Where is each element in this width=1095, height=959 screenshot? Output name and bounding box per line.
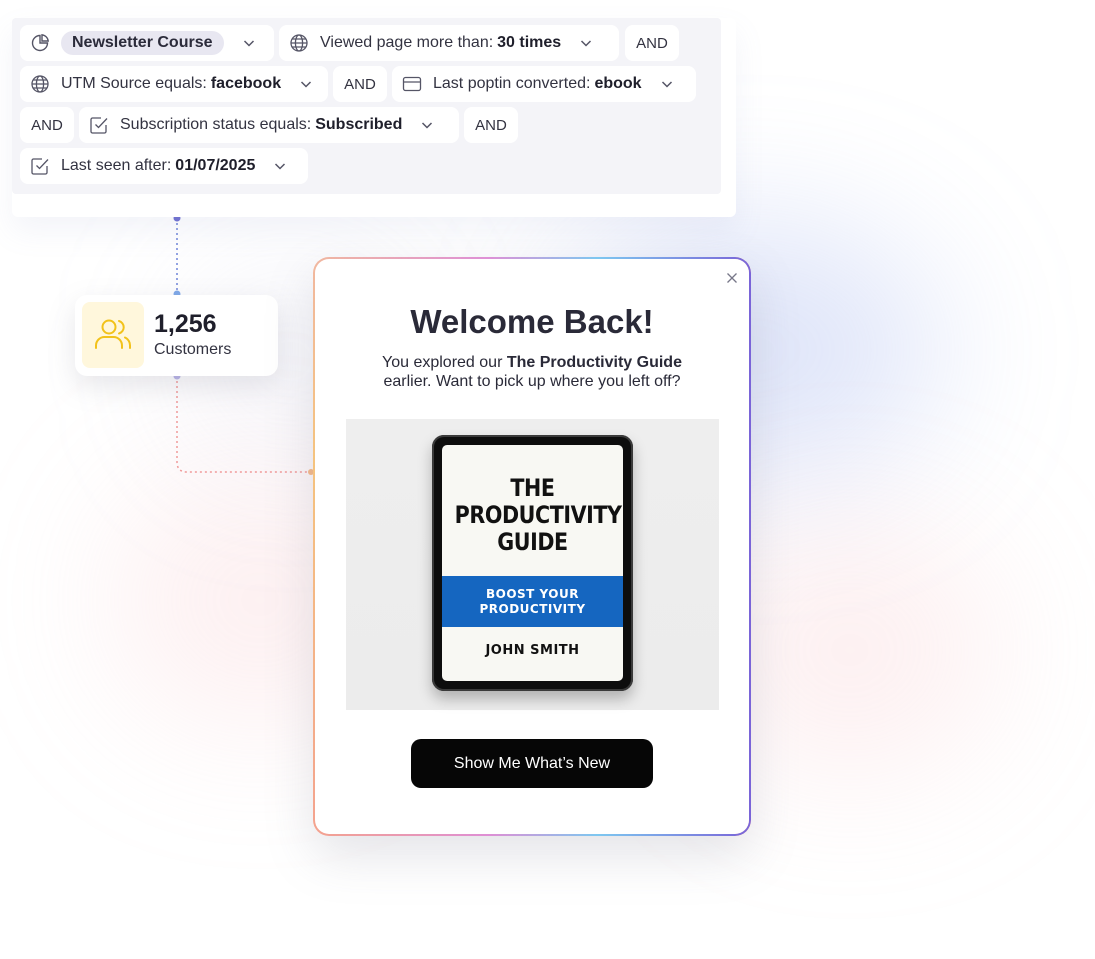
and-operator[interactable]: AND — [333, 66, 387, 102]
utm-source-label: UTM Source equals: — [61, 75, 207, 92]
ebook-tagline-line: BOOST YOUR — [485, 586, 579, 601]
tablet-frame: THE PRODUCTIVITY GUIDE BOOST YOUR PRODUC… — [432, 435, 633, 691]
segment-filter-panel: Newsletter Course Viewed page more than:… — [12, 18, 736, 217]
chevron-down-icon[interactable] — [420, 118, 434, 132]
chevron-down-icon[interactable] — [299, 77, 313, 91]
utm-source-filter[interactable]: UTM Source equals: facebook — [20, 66, 328, 102]
last-poptin-filter[interactable]: Last poptin converted: ebook — [392, 66, 696, 102]
ebook-cover: THE PRODUCTIVITY GUIDE BOOST YOUR PRODUC… — [442, 445, 623, 681]
viewed-page-value: 30 times — [497, 34, 562, 51]
ebook-title-line: THE — [510, 474, 555, 502]
customers-count: 1,256 — [154, 310, 217, 338]
ebook-author: JOHN SMITH — [485, 643, 580, 658]
subscription-status-filter[interactable]: Subscription status equals: Subscribed — [79, 107, 459, 143]
close-icon[interactable] — [725, 271, 739, 285]
last-poptin-value: ebook — [594, 75, 642, 92]
popup-subtitle-end: earlier. Want to pick up where you left … — [383, 373, 681, 390]
last-seen-label: Last seen after: — [61, 157, 172, 174]
ebook-tagline-band: BOOST YOUR PRODUCTIVITY — [442, 576, 623, 627]
globe-icon — [30, 74, 50, 94]
checkbox-icon — [30, 156, 50, 176]
ebook-tagline-line: PRODUCTIVITY — [479, 601, 586, 616]
customers-card: 1,256 Customers — [75, 295, 278, 376]
popup-subtitle: You explored our The Productivity Guide … — [345, 353, 719, 391]
ebook-title-line: PRODUCTIVITY — [454, 501, 622, 529]
ebook-image: THE PRODUCTIVITY GUIDE BOOST YOUR PRODUC… — [346, 419, 719, 710]
viewed-page-label: Viewed page more than: — [320, 34, 494, 51]
customers-label: Customers — [154, 341, 232, 358]
subscription-status-value: Subscribed — [315, 116, 403, 133]
subscription-status-label: Subscription status equals: — [120, 116, 312, 133]
chevron-down-icon[interactable] — [273, 159, 287, 173]
popup-title: Welcome Back! — [410, 303, 654, 340]
last-seen-filter[interactable]: Last seen after: 01/07/2025 — [20, 148, 308, 184]
segment-name: Newsletter Course — [61, 31, 224, 55]
welcome-back-popup: Welcome Back! You explored our The Produ… — [313, 257, 751, 836]
and-operator[interactable]: AND — [464, 107, 518, 143]
and-operator[interactable]: AND — [20, 107, 74, 143]
credit-card-icon — [402, 74, 422, 94]
globe-icon — [289, 33, 309, 53]
popup-subtitle-bold: The Productivity Guide — [506, 354, 682, 371]
users-icon — [82, 302, 144, 368]
chevron-down-icon[interactable] — [242, 36, 256, 50]
chevron-down-icon[interactable] — [660, 77, 674, 91]
utm-source-value: facebook — [210, 75, 282, 92]
last-seen-value: 01/07/2025 — [175, 157, 256, 174]
popup-subtitle-start: You explored our — [382, 354, 507, 371]
last-poptin-label: Last poptin converted: — [433, 75, 591, 92]
chevron-down-icon[interactable] — [579, 36, 593, 50]
and-operator[interactable]: AND — [625, 25, 679, 61]
ebook-title-line: GUIDE — [497, 528, 568, 556]
show-me-whats-new-button[interactable]: Show Me What’s New — [411, 739, 653, 788]
ebook-title: THE PRODUCTIVITY GUIDE — [454, 474, 622, 556]
pie-chart-icon — [30, 33, 50, 53]
popup-body: Welcome Back! You explored our The Produ… — [315, 259, 749, 834]
segment-chip[interactable]: Newsletter Course — [20, 25, 274, 61]
viewed-page-filter[interactable]: Viewed page more than: 30 times — [279, 25, 619, 61]
checkbox-icon — [89, 115, 109, 135]
segment-filter-area: Newsletter Course Viewed page more than:… — [12, 18, 721, 194]
